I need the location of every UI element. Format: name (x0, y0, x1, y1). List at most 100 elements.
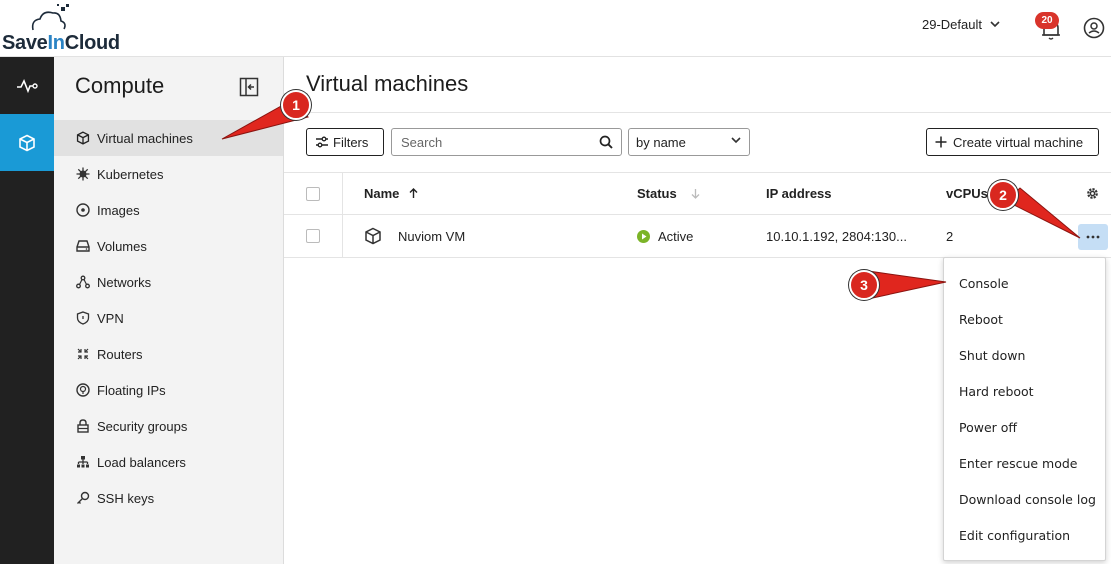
sidebar-item-volumes[interactable]: Volumes (54, 228, 283, 264)
column-divider (342, 215, 343, 257)
sidebar-item-label: Kubernetes (97, 166, 164, 182)
search-field[interactable] (391, 128, 622, 156)
column-header-ip-address[interactable]: IP address (766, 173, 832, 214)
row-checkbox[interactable] (306, 229, 320, 243)
sidebar-item-networks[interactable]: Networks (54, 264, 283, 300)
menu-item-reboot[interactable]: Reboot (944, 301, 1105, 337)
key-icon (77, 491, 90, 504)
sidebar-item-vpn[interactable]: VPN (54, 300, 283, 336)
table-row[interactable]: Nuviom VM Active 10.10.1.192, 2804:130..… (284, 215, 1111, 258)
lock-icon (77, 419, 89, 433)
vm-name-link[interactable]: Nuviom VM (398, 229, 465, 244)
sidebar-item-security-groups[interactable]: Security groups (54, 408, 283, 444)
cube-icon (76, 131, 90, 145)
select-all-cell (306, 173, 320, 214)
status-active-icon (637, 229, 650, 243)
title-divider (284, 112, 1111, 113)
rail-item-compute[interactable] (0, 114, 54, 171)
annotation-marker-3: 3 (849, 270, 879, 300)
menu-item-console[interactable]: Console (944, 265, 1105, 301)
column-header-status[interactable]: Status (637, 173, 700, 214)
menu-item-hard-reboot[interactable]: Hard reboot (944, 373, 1105, 409)
notification-badge: 20 (1035, 12, 1059, 29)
sidebar-item-floating-ips[interactable]: Floating IPs (54, 372, 283, 408)
row-select-cell (306, 215, 320, 257)
activity-icon (17, 78, 38, 93)
table-settings-cell (1085, 173, 1100, 214)
menu-item-shut-down[interactable]: Shut down (944, 337, 1105, 373)
sidebar-item-label: Routers (97, 346, 143, 362)
image-icon (76, 203, 90, 217)
vm-status-label: Active (658, 228, 694, 244)
logo-wordmark: SaveInCloud (2, 32, 120, 54)
arrow-up-icon (409, 188, 418, 198)
sidebar-item-label: Load balancers (97, 454, 186, 470)
user-account-icon[interactable] (1083, 17, 1105, 39)
sidebar-item-kubernetes[interactable]: Kubernetes (54, 156, 283, 192)
sidebar-item-label: Security groups (97, 418, 188, 434)
volume-icon (76, 240, 90, 252)
column-header-label: Status (637, 186, 677, 201)
sidebar-item-label: Images (97, 202, 140, 218)
vm-ip-value: 10.10.1.192, 2804:130... (766, 228, 907, 244)
sidebar-item-label: Networks (97, 274, 152, 290)
row-actions-button[interactable] (1078, 224, 1108, 250)
sidebar-title: Compute (75, 73, 165, 98)
floating-ip-icon (76, 383, 90, 397)
annotation-marker-2: 2 (988, 180, 1018, 210)
menu-item-edit-configuration[interactable]: Edit configuration (944, 517, 1105, 553)
vm-vcpus-value: 2 (946, 228, 954, 244)
sidebar-item-routers[interactable]: Routers (54, 336, 283, 372)
vm-ip-cell: 10.10.1.192, 2804:130... (766, 215, 907, 257)
filters-button[interactable]: Filters (306, 128, 384, 156)
shield-icon (76, 311, 90, 325)
sidebar-item-label: Floating IPs (97, 382, 166, 398)
sidebar-item-label: VPN (97, 310, 124, 326)
saveincloud-logo[interactable]: SaveInCloud (0, 4, 130, 54)
annotation-marker-1: 1 (281, 90, 311, 120)
chevron-down-icon (731, 137, 741, 144)
rail-item-monitoring[interactable] (0, 57, 54, 114)
column-divider (342, 173, 343, 214)
sidebar-item-virtual-machines[interactable]: Virtual machines (54, 120, 283, 156)
create-button-label: Create virtual machine (953, 134, 1084, 150)
filters-label: Filters (333, 134, 369, 150)
sidebar-item-label: Virtual machines (97, 130, 193, 146)
column-header-vcpus[interactable]: vCPUs (946, 173, 988, 214)
sliders-icon (316, 136, 328, 148)
load-balancer-icon (77, 456, 89, 468)
arrow-down-icon (691, 189, 700, 199)
column-header-name[interactable]: Name (364, 173, 418, 214)
sidebar-item-ssh-keys[interactable]: SSH keys (54, 480, 283, 516)
column-header-label: IP address (766, 186, 832, 201)
sidebar-item-load-balancers[interactable]: Load balancers (54, 444, 283, 480)
page-title: Virtual machines (306, 71, 469, 96)
search-input[interactable] (401, 134, 591, 150)
menu-item-download-console-log[interactable]: Download console log (944, 481, 1105, 517)
more-horizontal-icon (1086, 235, 1100, 239)
app-rail (0, 57, 54, 564)
table-header: Name Status IP address vCPUs (284, 172, 1111, 215)
sidebar-item-label: SSH keys (97, 490, 155, 506)
gear-icon[interactable] (1085, 186, 1100, 201)
chevron-down-icon (990, 21, 1000, 28)
annotation-arrow-3 (867, 270, 947, 300)
menu-item-enter-rescue-mode[interactable]: Enter rescue mode (944, 445, 1105, 481)
project-selector[interactable]: 29-Default (922, 17, 1000, 32)
column-header-label: vCPUs (946, 186, 988, 201)
menu-item-power-off[interactable]: Power off (944, 409, 1105, 445)
select-all-checkbox[interactable] (306, 186, 320, 201)
collapse-sidebar-icon[interactable] (239, 77, 259, 97)
cube-icon (365, 227, 381, 245)
router-icon (77, 348, 89, 360)
sort-select[interactable]: by name (628, 128, 750, 156)
network-icon (76, 275, 90, 289)
kubernetes-icon (76, 167, 90, 181)
plus-icon (935, 136, 947, 148)
sidebar-item-images[interactable]: Images (54, 192, 283, 228)
create-virtual-machine-button[interactable]: Create virtual machine (926, 128, 1099, 156)
vm-actions-menu: Console Reboot Shut down Hard reboot Pow… (943, 257, 1106, 561)
vm-name-cell: Nuviom VM (364, 215, 465, 257)
compute-sidebar: Compute Virtual machines Kubernetes Imag… (54, 57, 284, 564)
search-icon (599, 135, 613, 149)
